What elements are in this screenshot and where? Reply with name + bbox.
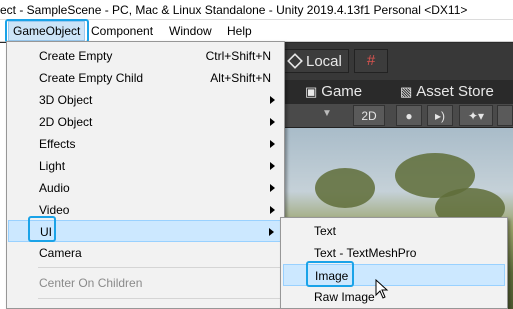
- submenu-item-label: Text: [314, 224, 337, 238]
- window-titlebar: ect - SampleScene - PC, Mac & Linux Stan…: [0, 0, 513, 20]
- speaker-icon: ▸): [434, 109, 446, 123]
- gameobject-highlight-box: [5, 19, 89, 43]
- lighting-toggle-button[interactable]: ●: [396, 105, 422, 126]
- submenu-item-text[interactable]: Text: [283, 220, 505, 242]
- gameobject-menu: Create Empty Ctrl+Shift+N Create Empty C…: [6, 41, 285, 309]
- menu-item-effects[interactable]: Effects: [8, 133, 284, 155]
- menu-item-label: Effects: [39, 137, 76, 151]
- menu-item-shortcut: Alt+Shift+N: [210, 71, 271, 85]
- menu-component[interactable]: Component: [91, 24, 153, 38]
- submenu-arrow-icon: [270, 140, 275, 148]
- submenu-item-label: Text - TextMeshPro: [314, 246, 417, 260]
- menu-item-label: Audio: [39, 181, 70, 195]
- lightbulb-icon: ●: [405, 109, 413, 123]
- ui-item-highlight-box: [28, 216, 56, 242]
- toolbar-dropdown-arrow-icon[interactable]: ▼: [322, 108, 332, 119]
- menu-item-create-empty-child[interactable]: Create Empty Child Alt+Shift+N: [8, 67, 284, 89]
- image-item-highlight-box: [306, 261, 354, 287]
- submenu-arrow-icon: [269, 228, 274, 236]
- menu-item-label: Create Empty Child: [39, 71, 144, 85]
- 2d-mode-button[interactable]: 2D: [353, 105, 385, 126]
- menu-item-label: 3D Object: [39, 93, 93, 107]
- menu-item-label: Video: [39, 203, 70, 217]
- menu-item-create-empty[interactable]: Create Empty Ctrl+Shift+N: [8, 45, 284, 67]
- menu-item-camera[interactable]: Camera: [8, 242, 284, 264]
- scene-foliage: [315, 168, 375, 208]
- mouse-cursor-icon: [375, 279, 389, 299]
- submenu-item-raw-image[interactable]: Raw Image: [283, 286, 505, 308]
- menu-item-label: 2D Object: [39, 115, 93, 129]
- menu-item-center-on-children: Center On Children: [8, 272, 284, 294]
- effects-toggle-button[interactable]: ✦▾: [459, 105, 493, 126]
- menu-item-3d-object[interactable]: 3D Object: [8, 89, 284, 111]
- cube-icon: [287, 53, 303, 69]
- menu-item-label: Light: [39, 159, 66, 173]
- pivot-local-toggle[interactable]: Local: [283, 49, 349, 73]
- menu-separator: [38, 298, 281, 299]
- menu-window[interactable]: Window: [169, 24, 212, 38]
- menu-item-label: Create Empty: [39, 49, 113, 63]
- gamepad-icon: ▣: [305, 84, 318, 99]
- tab-game[interactable]: ▣ Game: [305, 83, 362, 100]
- menu-separator: [38, 267, 281, 268]
- submenu-item-label: Raw Image: [314, 290, 375, 304]
- effects-icon: ✦▾: [467, 109, 485, 123]
- tab-game-label: Game: [321, 83, 363, 100]
- grid-snap-button[interactable]: #: [354, 49, 388, 73]
- window-title: ect - SampleScene - PC, Mac & Linux Stan…: [0, 3, 468, 17]
- menu-item-audio[interactable]: Audio: [8, 177, 284, 199]
- submenu-arrow-icon: [270, 118, 275, 126]
- menu-item-shortcut: Ctrl+Shift+N: [205, 49, 271, 63]
- shopping-bag-icon: ▧: [400, 84, 413, 99]
- submenu-arrow-icon: [270, 162, 275, 170]
- audio-toggle-button[interactable]: ▸): [427, 105, 453, 126]
- submenu-arrow-icon: [270, 184, 275, 192]
- menu-item-label: Camera: [39, 246, 82, 260]
- submenu-arrow-icon: [270, 206, 275, 214]
- tab-asset-store[interactable]: ▧ Asset Store: [400, 83, 494, 100]
- local-label: Local: [306, 53, 342, 70]
- submenu-arrow-icon: [270, 96, 275, 104]
- grid-snap-icon: #: [366, 52, 376, 69]
- tab-asset-store-label: Asset Store: [416, 83, 494, 100]
- menu-help[interactable]: Help: [227, 24, 252, 38]
- 2d-mode-label: 2D: [361, 109, 377, 123]
- menu-item-light[interactable]: Light: [8, 155, 284, 177]
- menu-item-label: Center On Children: [39, 276, 143, 290]
- toolbar-overflow-button[interactable]: [497, 105, 513, 126]
- menu-item-2d-object[interactable]: 2D Object: [8, 111, 284, 133]
